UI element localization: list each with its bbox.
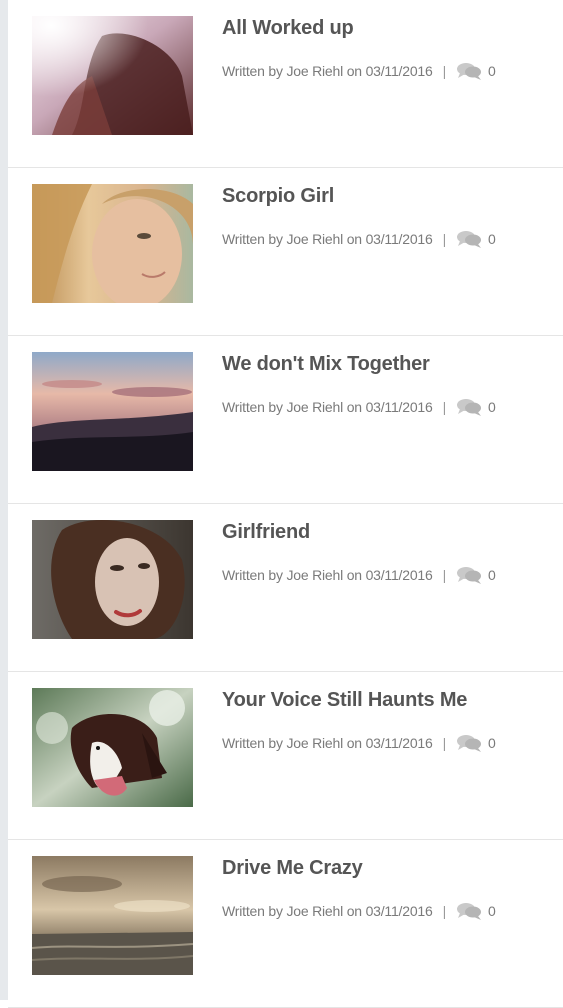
post-title[interactable]: We don't Mix Together — [222, 353, 430, 376]
post-title[interactable]: Scorpio Girl — [222, 185, 334, 208]
post-title[interactable]: All Worked up — [222, 17, 354, 40]
post-thumbnail[interactable] — [32, 688, 193, 807]
list-item: All Worked up Written by Joe Riehl on 03… — [8, 0, 563, 168]
comments-icon[interactable] — [456, 398, 482, 416]
post-thumbnail[interactable] — [32, 352, 193, 471]
left-border — [0, 0, 8, 1000]
post-list: All Worked up Written by Joe Riehl on 03… — [8, 0, 563, 1008]
post-byline: Written by Joe Riehl on 03/11/2016 — [222, 735, 433, 751]
comment-count[interactable]: 0 — [488, 735, 496, 751]
list-item: Your Voice Still Haunts Me Written by Jo… — [8, 672, 563, 840]
comments-icon[interactable] — [456, 734, 482, 752]
post-byline: Written by Joe Riehl on 03/11/2016 — [222, 567, 433, 583]
list-item: Girlfriend Written by Joe Riehl on 03/11… — [8, 504, 563, 672]
comments-icon[interactable] — [456, 566, 482, 584]
comment-count[interactable]: 0 — [488, 231, 496, 247]
post-meta: Written by Joe Riehl on 03/11/2016 | 0 — [222, 734, 496, 752]
meta-separator: | — [442, 231, 447, 247]
comment-count[interactable]: 0 — [488, 63, 496, 79]
post-byline: Written by Joe Riehl on 03/11/2016 — [222, 903, 433, 919]
post-meta: Written by Joe Riehl on 03/11/2016 | 0 — [222, 566, 496, 584]
post-title[interactable]: Girlfriend — [222, 521, 310, 544]
post-meta: Written by Joe Riehl on 03/11/2016 | 0 — [222, 398, 496, 416]
post-byline: Written by Joe Riehl on 03/11/2016 — [222, 399, 433, 415]
comments-icon[interactable] — [456, 230, 482, 248]
post-meta: Written by Joe Riehl on 03/11/2016 | 0 — [222, 230, 496, 248]
meta-separator: | — [442, 567, 447, 583]
post-thumbnail[interactable] — [32, 16, 193, 135]
list-item: We don't Mix Together Written by Joe Rie… — [8, 336, 563, 504]
comments-icon[interactable] — [456, 902, 482, 920]
post-title[interactable]: Drive Me Crazy — [222, 857, 363, 880]
post-title[interactable]: Your Voice Still Haunts Me — [222, 689, 467, 712]
comment-count[interactable]: 0 — [488, 399, 496, 415]
list-item: Scorpio Girl Written by Joe Riehl on 03/… — [8, 168, 563, 336]
post-byline: Written by Joe Riehl on 03/11/2016 — [222, 63, 433, 79]
post-byline: Written by Joe Riehl on 03/11/2016 — [222, 231, 433, 247]
meta-separator: | — [442, 63, 447, 79]
comment-count[interactable]: 0 — [488, 567, 496, 583]
list-item: Drive Me Crazy Written by Joe Riehl on 0… — [8, 840, 563, 1008]
post-meta: Written by Joe Riehl on 03/11/2016 | 0 — [222, 902, 496, 920]
post-meta: Written by Joe Riehl on 03/11/2016 | 0 — [222, 62, 496, 80]
meta-separator: | — [442, 735, 447, 751]
meta-separator: | — [442, 903, 447, 919]
comment-count[interactable]: 0 — [488, 903, 496, 919]
post-thumbnail[interactable] — [32, 856, 193, 975]
post-thumbnail[interactable] — [32, 184, 193, 303]
post-thumbnail[interactable] — [32, 520, 193, 639]
comments-icon[interactable] — [456, 62, 482, 80]
meta-separator: | — [442, 399, 447, 415]
